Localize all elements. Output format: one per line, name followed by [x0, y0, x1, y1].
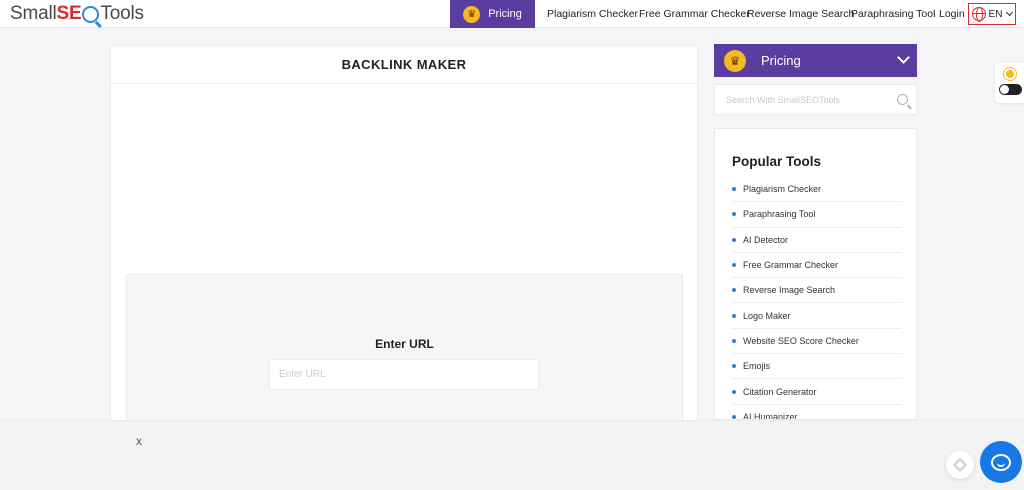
crown-icon: ♛ [463, 5, 481, 23]
magnifier-logo-icon [82, 5, 100, 23]
dark-mode-toggle[interactable] [999, 84, 1022, 95]
popular-tools-panel: Popular Tools Plagiarism Checker Paraphr… [714, 128, 917, 420]
bullet-icon [732, 212, 736, 217]
nav-pricing-label: Pricing [488, 8, 522, 20]
popular-item-plagiarism-checker[interactable]: Plagiarism Checker [732, 177, 902, 203]
popular-item-label: Citation Generator [743, 386, 817, 397]
popular-item-label: AI Humanizer [743, 411, 798, 420]
popular-item-emojis[interactable]: Emojis [732, 354, 902, 380]
theme-switcher [995, 63, 1024, 103]
nav-pricing-button[interactable]: ♛ Pricing [450, 0, 535, 28]
page-title: BACKLINK MAKER [111, 46, 697, 84]
language-selector[interactable]: EN [968, 3, 1016, 25]
crown-icon: ♛ [724, 49, 746, 72]
close-ad-button[interactable]: x [136, 434, 142, 448]
search-icon[interactable] [897, 94, 908, 105]
bullet-icon [732, 338, 736, 343]
popular-item-label: Emojis [743, 361, 771, 372]
logo-text-small: Small [10, 3, 57, 24]
sidebar-pricing-dropdown[interactable]: ♛ Pricing [714, 44, 917, 77]
popular-item-label: Paraphrasing Tool [743, 209, 816, 220]
popular-item-ai-detector[interactable]: AI Detector [732, 228, 902, 253]
bullet-icon [732, 288, 736, 293]
bullet-icon [732, 414, 736, 419]
chat-button[interactable] [980, 441, 1022, 483]
globe-icon [971, 7, 986, 22]
popular-item-label: AI Detector [743, 234, 789, 245]
popular-item-ai-humanizer[interactable]: AI Humanizer [732, 405, 902, 420]
url-input[interactable] [269, 359, 539, 390]
logo-text-tools: Tools [100, 3, 144, 24]
url-label: Enter URL [375, 337, 434, 351]
popular-item-label: Website SEO Score Checker [743, 335, 859, 346]
top-navbar: Small SE Tools ♛ Pricing Plagiarism Checke… [0, 0, 1024, 28]
language-code: EN [988, 8, 1003, 20]
chat-icon [991, 453, 1011, 471]
bullet-icon [732, 313, 736, 318]
scroll-top-button[interactable] [946, 451, 974, 479]
chevron-down-icon [897, 51, 910, 64]
site-logo[interactable]: Small SE Tools [10, 3, 144, 25]
popular-item-label: Reverse Image Search [743, 285, 836, 296]
sidebar-search-input[interactable] [715, 85, 890, 114]
nav-link-plagiarism-checker[interactable]: Plagiarism Checker [547, 8, 638, 20]
chevron-down-icon [1006, 8, 1014, 17]
nav-link-reverse-image-search[interactable]: Reverse Image Search [747, 8, 854, 20]
popular-item-paraphrasing-tool[interactable]: Paraphrasing Tool [732, 202, 902, 228]
popular-item-label: Logo Maker [743, 310, 791, 321]
bottom-ad-bar: x [0, 420, 1024, 490]
backlink-maker-card: BACKLINK MAKER Enter URL [110, 45, 698, 426]
popular-item-label: Free Grammar Checker [743, 260, 839, 271]
popular-tools-list: Plagiarism Checker Paraphrasing Tool AI … [732, 177, 902, 420]
sidebar-pricing-label: Pricing [761, 53, 801, 68]
popular-item-citation-generator[interactable]: Citation Generator [732, 379, 902, 405]
logo-text-seo: SE [56, 3, 82, 24]
nav-link-paraphrasing-tool[interactable]: Paraphrasing Tool [851, 8, 935, 20]
url-input-panel: Enter URL [126, 274, 683, 426]
sun-icon [1006, 70, 1014, 78]
nav-link-login[interactable]: Login [939, 8, 965, 20]
bullet-icon [732, 364, 736, 369]
popular-item-reverse-image-search[interactable]: Reverse Image Search [732, 278, 902, 304]
popular-item-free-grammar-checker[interactable]: Free Grammar Checker [732, 253, 902, 279]
bullet-icon [732, 263, 736, 268]
popular-item-label: Plagiarism Checker [743, 184, 822, 195]
popular-tools-title: Popular Tools [732, 154, 822, 169]
popular-item-logo-maker[interactable]: Logo Maker [732, 303, 902, 329]
nav-link-free-grammar-checker[interactable]: Free Grammar Checker [639, 8, 750, 20]
popular-item-website-seo-score-checker[interactable]: Website SEO Score Checker [732, 329, 902, 355]
bullet-icon [732, 187, 736, 192]
bullet-icon [732, 389, 736, 394]
bullet-icon [732, 237, 736, 242]
sidebar-search [714, 84, 917, 115]
scroll-top-icon [952, 457, 968, 473]
